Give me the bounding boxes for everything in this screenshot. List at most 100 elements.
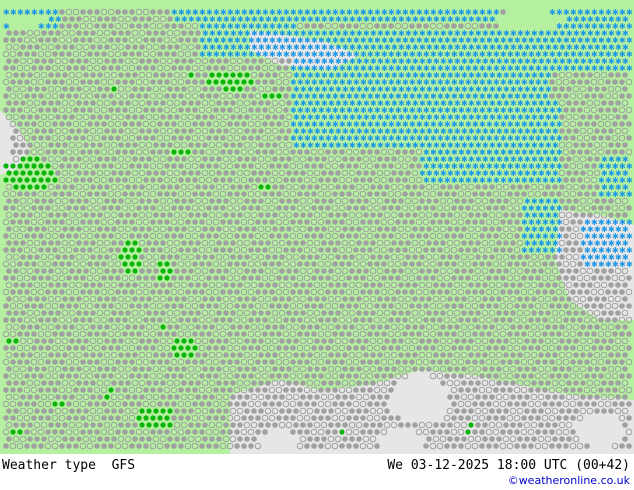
overcast-symbol: [69, 184, 75, 190]
overcast-symbol: [528, 373, 534, 379]
overcast-symbol: [276, 331, 282, 337]
overcast-symbol: [472, 247, 478, 253]
overcast-symbol: [171, 205, 177, 211]
overcast-symbol: [402, 317, 408, 323]
overcast-symbol: [104, 128, 110, 134]
overcast-symbol: [517, 366, 523, 372]
overcast-symbol: [62, 72, 68, 78]
overcast-symbol: [430, 317, 436, 323]
snow-symbol: ✱: [314, 15, 321, 24]
overcast-symbol: [538, 268, 544, 274]
overcast-symbol: [230, 114, 236, 120]
overcast-symbol: [265, 254, 271, 260]
snow-symbol: ✱: [626, 190, 633, 199]
overcast-symbol: [304, 191, 310, 197]
overcast-symbol: [489, 366, 495, 372]
overcast-symbol: [447, 226, 453, 232]
overcast-symbol: [265, 114, 271, 120]
overcast-symbol: [223, 170, 229, 176]
rain-symbol: [157, 275, 163, 281]
overcast-symbol: [24, 219, 30, 225]
overcast-symbol: [10, 359, 16, 365]
snow-symbol: ✱: [584, 64, 591, 73]
rain-symbol: [230, 86, 236, 92]
overcast-symbol: [307, 184, 313, 190]
overcast-symbol: [356, 268, 362, 274]
overcast-symbol: [115, 79, 121, 85]
overcast-symbol: [139, 16, 145, 22]
overcast-symbol: [139, 156, 145, 162]
overcast-symbol: [178, 65, 184, 71]
overcast-symbol: [17, 359, 23, 365]
overcast-symbol: [34, 324, 40, 330]
overcast-symbol: [237, 282, 243, 288]
overcast-symbol: [146, 30, 152, 36]
overcast-symbol: [566, 268, 572, 274]
overcast-symbol: [531, 268, 537, 274]
overcast-symbol: [24, 303, 30, 309]
overcast-symbol: [227, 289, 233, 295]
overcast-symbol: [297, 401, 303, 407]
overcast-symbol: [24, 261, 30, 267]
overcast-symbol: [283, 303, 289, 309]
snow-symbol: ✱: [549, 176, 556, 185]
overcast-symbol: [283, 65, 289, 71]
rain-symbol: [157, 261, 163, 267]
overcast-symbol: [76, 100, 82, 106]
overcast-symbol: [283, 135, 289, 141]
overcast-symbol: [199, 373, 205, 379]
overcast-symbol: [559, 394, 565, 400]
overcast-symbol: [342, 394, 348, 400]
overcast-symbol: [3, 37, 9, 43]
overcast-symbol: [335, 212, 341, 218]
rain-symbol: [48, 170, 54, 176]
overcast-symbol: [125, 142, 131, 148]
overcast-symbol: [321, 198, 327, 204]
overcast-symbol: [577, 219, 583, 225]
overcast-symbol: [202, 366, 208, 372]
overcast-symbol: [409, 261, 415, 267]
overcast-symbol: [174, 226, 180, 232]
overcast-symbol: [297, 177, 303, 183]
overcast-symbol: [377, 226, 383, 232]
overcast-symbol: [129, 233, 135, 239]
overcast-symbol: [160, 394, 166, 400]
overcast-symbol: [402, 219, 408, 225]
overcast-symbol: [353, 303, 359, 309]
overcast-symbol: [97, 44, 103, 50]
overcast-symbol: [405, 282, 411, 288]
overcast-symbol: [584, 191, 590, 197]
overcast-symbol: [304, 163, 310, 169]
overcast-symbol: [395, 205, 401, 211]
overcast-symbol: [101, 345, 107, 351]
overcast-symbol: [580, 212, 586, 218]
overcast-symbol: [262, 359, 268, 365]
overcast-symbol: [118, 198, 124, 204]
overcast-symbol: [580, 310, 586, 316]
overcast-symbol: [125, 282, 131, 288]
overcast-symbol: [507, 261, 513, 267]
overcast-symbol: [262, 107, 268, 113]
overcast-symbol: [38, 65, 44, 71]
overcast-symbol: [199, 303, 205, 309]
overcast-symbol: [276, 163, 282, 169]
overcast-symbol: [167, 114, 173, 120]
overcast-symbol: [115, 345, 121, 351]
overcast-symbol: [314, 394, 320, 400]
overcast-symbol: [202, 282, 208, 288]
overcast-symbol: [587, 296, 593, 302]
overcast-symbol: [171, 331, 177, 337]
overcast-symbol: [101, 303, 107, 309]
overcast-symbol: [283, 275, 289, 281]
overcast-symbol: [41, 268, 47, 274]
overcast-symbol: [185, 387, 191, 393]
overcast-symbol: [104, 254, 110, 260]
overcast-symbol: [94, 191, 100, 197]
overcast-symbol: [405, 254, 411, 260]
overcast-symbol: [318, 275, 324, 281]
overcast-symbol: [503, 198, 509, 204]
overcast-symbol: [17, 191, 23, 197]
overcast-symbol: [181, 366, 187, 372]
overcast-symbol: [538, 380, 544, 386]
overcast-symbol: [209, 324, 215, 330]
